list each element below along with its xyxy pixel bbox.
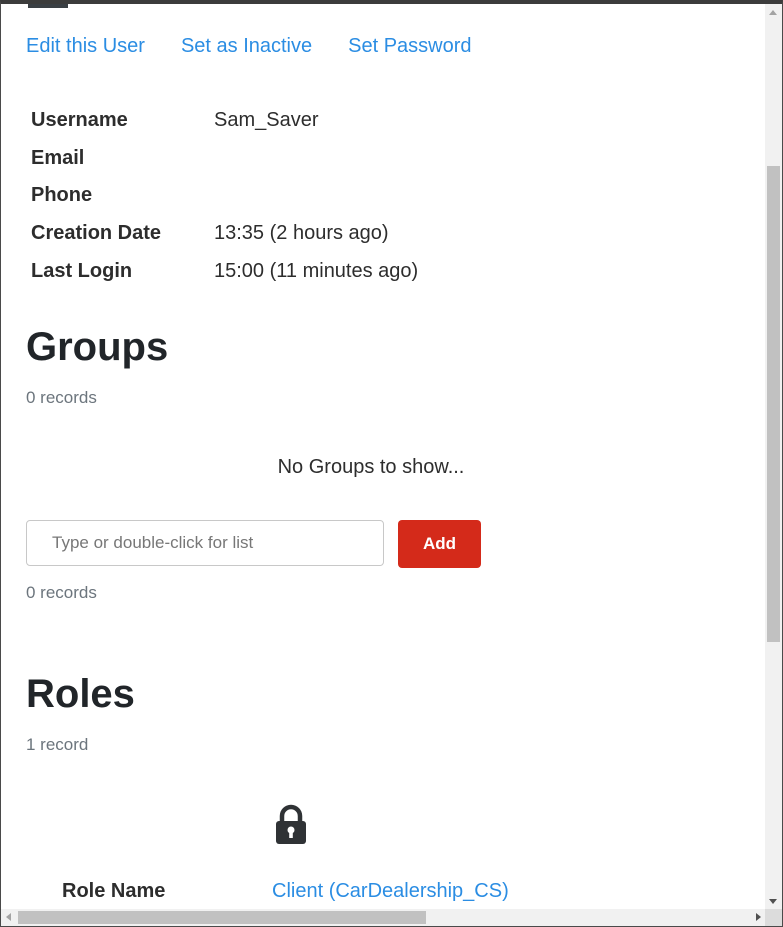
detail-label: Phone xyxy=(31,184,93,207)
scroll-right-arrow-icon[interactable] xyxy=(756,913,761,921)
scroll-up-arrow-icon[interactable] xyxy=(769,10,777,15)
horizontal-scroll-thumb[interactable] xyxy=(18,911,426,924)
detail-row-last-login: Last Login 15:00 (11 minutes ago) xyxy=(31,252,418,290)
groups-heading: Groups xyxy=(26,325,169,369)
detail-row-creation-date: Creation Date 13:35 (2 hours ago) xyxy=(31,215,418,253)
detail-row-phone: Phone xyxy=(31,177,418,215)
role-name-link[interactable]: Client (CarDealership_CS) xyxy=(272,880,509,903)
edit-user-link[interactable]: Edit this User xyxy=(26,35,145,58)
detail-value: 13:35 (2 hours ago) xyxy=(214,222,389,245)
user-details: Username Sam_Saver Email Phone Creation … xyxy=(31,102,418,290)
vertical-scrollbar[interactable] xyxy=(765,4,782,910)
user-actions: Edit this User Set as Inactive Set Passw… xyxy=(26,35,472,58)
group-search-input[interactable] xyxy=(26,520,384,566)
set-password-link[interactable]: Set Password xyxy=(348,35,471,58)
lock-icon xyxy=(273,804,309,851)
browser-window: Edit this User Set as Inactive Set Passw… xyxy=(0,0,783,927)
role-name-label: Role Name xyxy=(62,880,166,902)
detail-label: Email xyxy=(31,146,85,169)
scrollbar-corner xyxy=(765,909,782,926)
detail-label: Username xyxy=(31,109,128,132)
user-detail-page: Edit this User Set as Inactive Set Passw… xyxy=(1,4,766,910)
detail-value: Sam_Saver xyxy=(214,109,319,132)
groups-record-count-bottom: 0 records xyxy=(26,583,97,602)
detail-label: Last Login xyxy=(31,259,133,282)
roles-record-count: 1 record xyxy=(26,735,89,754)
groups-empty-message: No Groups to show... xyxy=(277,456,465,478)
scroll-left-arrow-icon[interactable] xyxy=(6,913,11,921)
horizontal-scrollbar[interactable] xyxy=(1,909,766,926)
roles-heading: Roles xyxy=(26,672,135,716)
groups-record-count: 0 records xyxy=(26,388,97,407)
add-group-button[interactable]: Add xyxy=(398,520,481,568)
detail-value: 15:00 (11 minutes ago) xyxy=(214,259,419,282)
set-inactive-link[interactable]: Set as Inactive xyxy=(181,35,312,58)
detail-label: Creation Date xyxy=(31,222,162,245)
detail-row-username: Username Sam_Saver xyxy=(31,102,418,140)
vertical-scroll-thumb[interactable] xyxy=(767,166,780,642)
detail-row-email: Email xyxy=(31,140,418,178)
scroll-down-arrow-icon[interactable] xyxy=(769,899,777,904)
